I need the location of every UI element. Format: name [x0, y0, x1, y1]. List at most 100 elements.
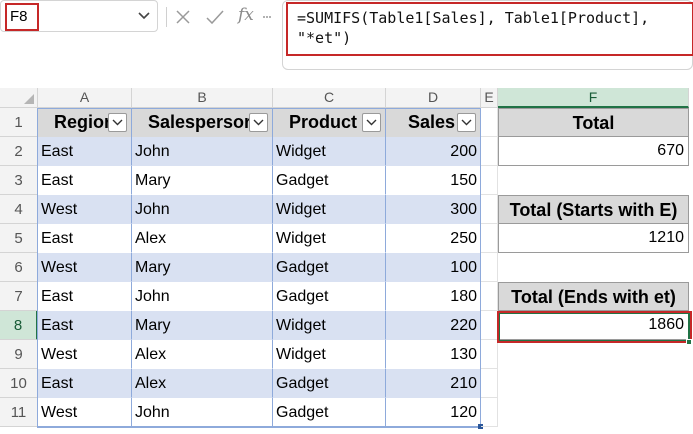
divider [166, 7, 167, 27]
table-cell-product[interactable]: Widget [273, 311, 386, 340]
table-cell-region[interactable]: East [38, 369, 132, 398]
expand-dots-icon[interactable] [262, 12, 272, 22]
table-cell-sales[interactable]: 180 [386, 282, 481, 311]
table-cell-sales[interactable]: 200 [386, 137, 481, 166]
empty-cell[interactable] [481, 166, 498, 195]
fx-text: fx [238, 5, 254, 25]
enter-check-icon[interactable] [204, 6, 226, 28]
row-header-8[interactable]: 8 [0, 311, 38, 340]
column-header-c[interactable]: C [273, 88, 386, 108]
summary-header-total[interactable]: Total [498, 108, 689, 137]
table-cell-salesperson[interactable]: John [132, 137, 273, 166]
table-cell-sales[interactable]: 220 [386, 311, 481, 340]
table-cell-region[interactable]: West [38, 398, 132, 427]
table-cell-product[interactable]: Widget [273, 195, 386, 224]
table-cell-salesperson[interactable]: Alex [132, 340, 273, 369]
empty-cell[interactable] [481, 369, 498, 398]
column-header-a[interactable]: A [38, 88, 132, 108]
chevron-down-icon[interactable] [137, 9, 151, 23]
table-cell-region[interactable]: East [38, 224, 132, 253]
table-cell-salesperson[interactable]: Alex [132, 369, 273, 398]
table-cell-region[interactable]: West [38, 195, 132, 224]
table-cell-region[interactable]: East [38, 166, 132, 195]
formula-bar[interactable]: =SUMIFS(Table1[Sales], Table1[Product], … [282, 0, 693, 70]
table-cell-sales[interactable]: 120 [386, 398, 481, 427]
empty-cell[interactable] [481, 340, 498, 369]
table-cell-product[interactable]: Gadget [273, 282, 386, 311]
row-header-4[interactable]: 4 [0, 195, 38, 224]
filter-dropdown-button[interactable] [249, 113, 268, 132]
table-cell-sales[interactable]: 130 [386, 340, 481, 369]
table-cell-product[interactable]: Gadget [273, 166, 386, 195]
empty-cell[interactable] [481, 253, 498, 282]
empty-cell[interactable] [481, 398, 498, 427]
summary-header-starts-with-e[interactable]: Total (Starts with E) [498, 195, 689, 224]
row-header-5[interactable]: 5 [0, 224, 38, 253]
filter-dropdown-button[interactable] [457, 113, 476, 132]
insert-function-icon[interactable]: fx [238, 5, 254, 25]
filter-dropdown-button[interactable] [108, 113, 127, 132]
empty-cell[interactable] [481, 224, 498, 253]
table-cell-product[interactable]: Gadget [273, 398, 386, 427]
select-all-corner[interactable] [0, 88, 38, 108]
summary-header-ends-with-et[interactable]: Total (Ends with et) [498, 282, 689, 311]
table-header-label: Regior [54, 112, 112, 132]
table-cell-product[interactable]: Widget [273, 340, 386, 369]
table-header-label: Salespersor [148, 112, 252, 132]
chevron-down-icon [112, 119, 123, 126]
row-header-6[interactable]: 6 [0, 253, 38, 282]
empty-cell[interactable] [481, 195, 498, 224]
table-cell-sales[interactable]: 300 [386, 195, 481, 224]
cancel-icon[interactable] [172, 6, 194, 28]
table-cell-region[interactable]: West [38, 253, 132, 282]
table-cell-region[interactable]: East [38, 282, 132, 311]
column-header-f[interactable]: F [498, 88, 689, 108]
table-cell-salesperson[interactable]: Alex [132, 224, 273, 253]
row-header-9[interactable]: 9 [0, 340, 38, 369]
row-header-7[interactable]: 7 [0, 282, 38, 311]
table-header-label: Product [289, 112, 358, 132]
table-cell-sales[interactable]: 210 [386, 369, 481, 398]
table-cell-region[interactable]: East [38, 311, 132, 340]
table-cell-salesperson[interactable]: Mary [132, 166, 273, 195]
table-cell-salesperson[interactable]: John [132, 195, 273, 224]
formula-tools: fx [166, 4, 272, 30]
row-header-2[interactable]: 2 [0, 137, 38, 166]
column-header-e[interactable]: E [481, 88, 498, 108]
summary-value-starts-with-e[interactable]: 1210 [498, 224, 689, 253]
empty-cell[interactable] [481, 311, 498, 340]
column-header-d[interactable]: D [386, 88, 481, 108]
highlight-outline [497, 311, 692, 343]
table-cell-region[interactable]: East [38, 137, 132, 166]
empty-cell[interactable] [481, 137, 498, 166]
empty-cell[interactable] [481, 282, 498, 311]
filter-dropdown-button[interactable] [362, 113, 381, 132]
spreadsheet-grid[interactable]: A B C D E F 1 2 3 4 5 6 7 8 9 10 11 Regior Salespersor Prod… [0, 88, 693, 434]
table-cell-salesperson[interactable]: Mary [132, 311, 273, 340]
name-box-value[interactable]: F8 [5, 3, 39, 31]
chevron-down-icon [366, 119, 377, 126]
formula-input[interactable]: =SUMIFS(Table1[Sales], Table1[Product], … [286, 2, 693, 56]
table-cell-product[interactable]: Gadget [273, 369, 386, 398]
table-cell-sales[interactable]: 150 [386, 166, 481, 195]
table-cell-sales[interactable]: 250 [386, 224, 481, 253]
table-cell-salesperson[interactable]: John [132, 398, 273, 427]
table-cell-product[interactable]: Gadget [273, 253, 386, 282]
select-all-icon [24, 94, 34, 104]
row-header-10[interactable]: 10 [0, 369, 38, 398]
column-header-b[interactable]: B [132, 88, 273, 108]
empty-cell[interactable] [481, 108, 498, 137]
table-cell-product[interactable]: Widget [273, 137, 386, 166]
row-header-11[interactable]: 11 [0, 398, 38, 427]
chevron-down-icon [461, 119, 472, 126]
row-header-3[interactable]: 3 [0, 166, 38, 195]
name-box[interactable]: F8 [0, 0, 158, 32]
summary-value-total[interactable]: 670 [498, 137, 689, 166]
table-cell-salesperson[interactable]: John [132, 282, 273, 311]
table-cell-product[interactable]: Widget [273, 224, 386, 253]
table-cell-salesperson[interactable]: Mary [132, 253, 273, 282]
table-cell-region[interactable]: West [38, 340, 132, 369]
table-cell-sales[interactable]: 100 [386, 253, 481, 282]
fill-handle[interactable] [686, 339, 692, 345]
row-header-1[interactable]: 1 [0, 108, 38, 137]
